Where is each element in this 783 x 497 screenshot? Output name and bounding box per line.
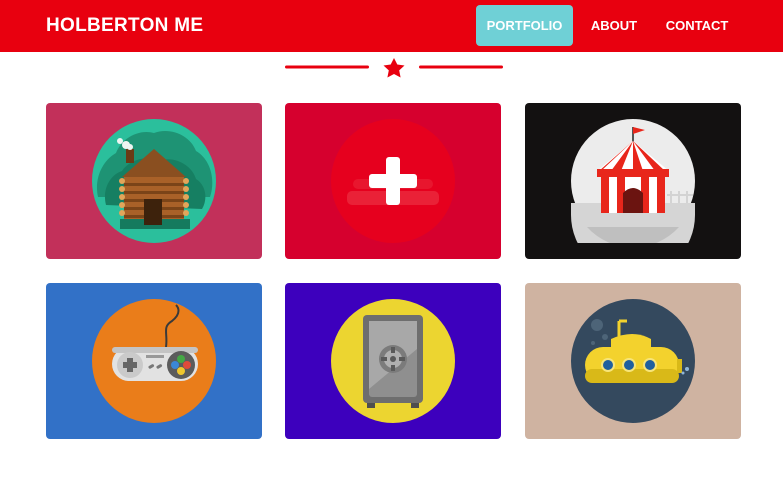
brand-logo[interactable]: HOLBERTON ME — [46, 15, 203, 37]
portfolio-card-cabin[interactable] — [46, 103, 262, 259]
nav-contact[interactable]: CONTACT — [657, 5, 737, 46]
divider-line-right — [419, 65, 503, 69]
portfolio-card-safe[interactable] — [285, 283, 501, 439]
log-cabin-icon — [92, 119, 216, 243]
portfolio-card-controller[interactable] — [46, 283, 262, 439]
portfolio-card-submarine[interactable] — [525, 283, 741, 439]
plus-icon — [331, 119, 455, 243]
portfolio-card-circus[interactable] — [525, 103, 741, 259]
navbar: HOLBERTON ME PORTFOLIO ABOUT CONTACT — [0, 0, 783, 52]
circus-tent-icon — [571, 119, 695, 243]
portfolio-card-plus[interactable] — [285, 103, 501, 259]
nav-portfolio[interactable]: PORTFOLIO — [476, 5, 573, 46]
star-icon — [383, 58, 405, 78]
divider-line-left — [285, 65, 369, 69]
safe-icon — [331, 299, 455, 423]
game-controller-icon — [92, 299, 216, 423]
section-divider — [285, 58, 503, 78]
submarine-icon — [571, 299, 695, 423]
nav-about[interactable]: ABOUT — [583, 5, 645, 46]
